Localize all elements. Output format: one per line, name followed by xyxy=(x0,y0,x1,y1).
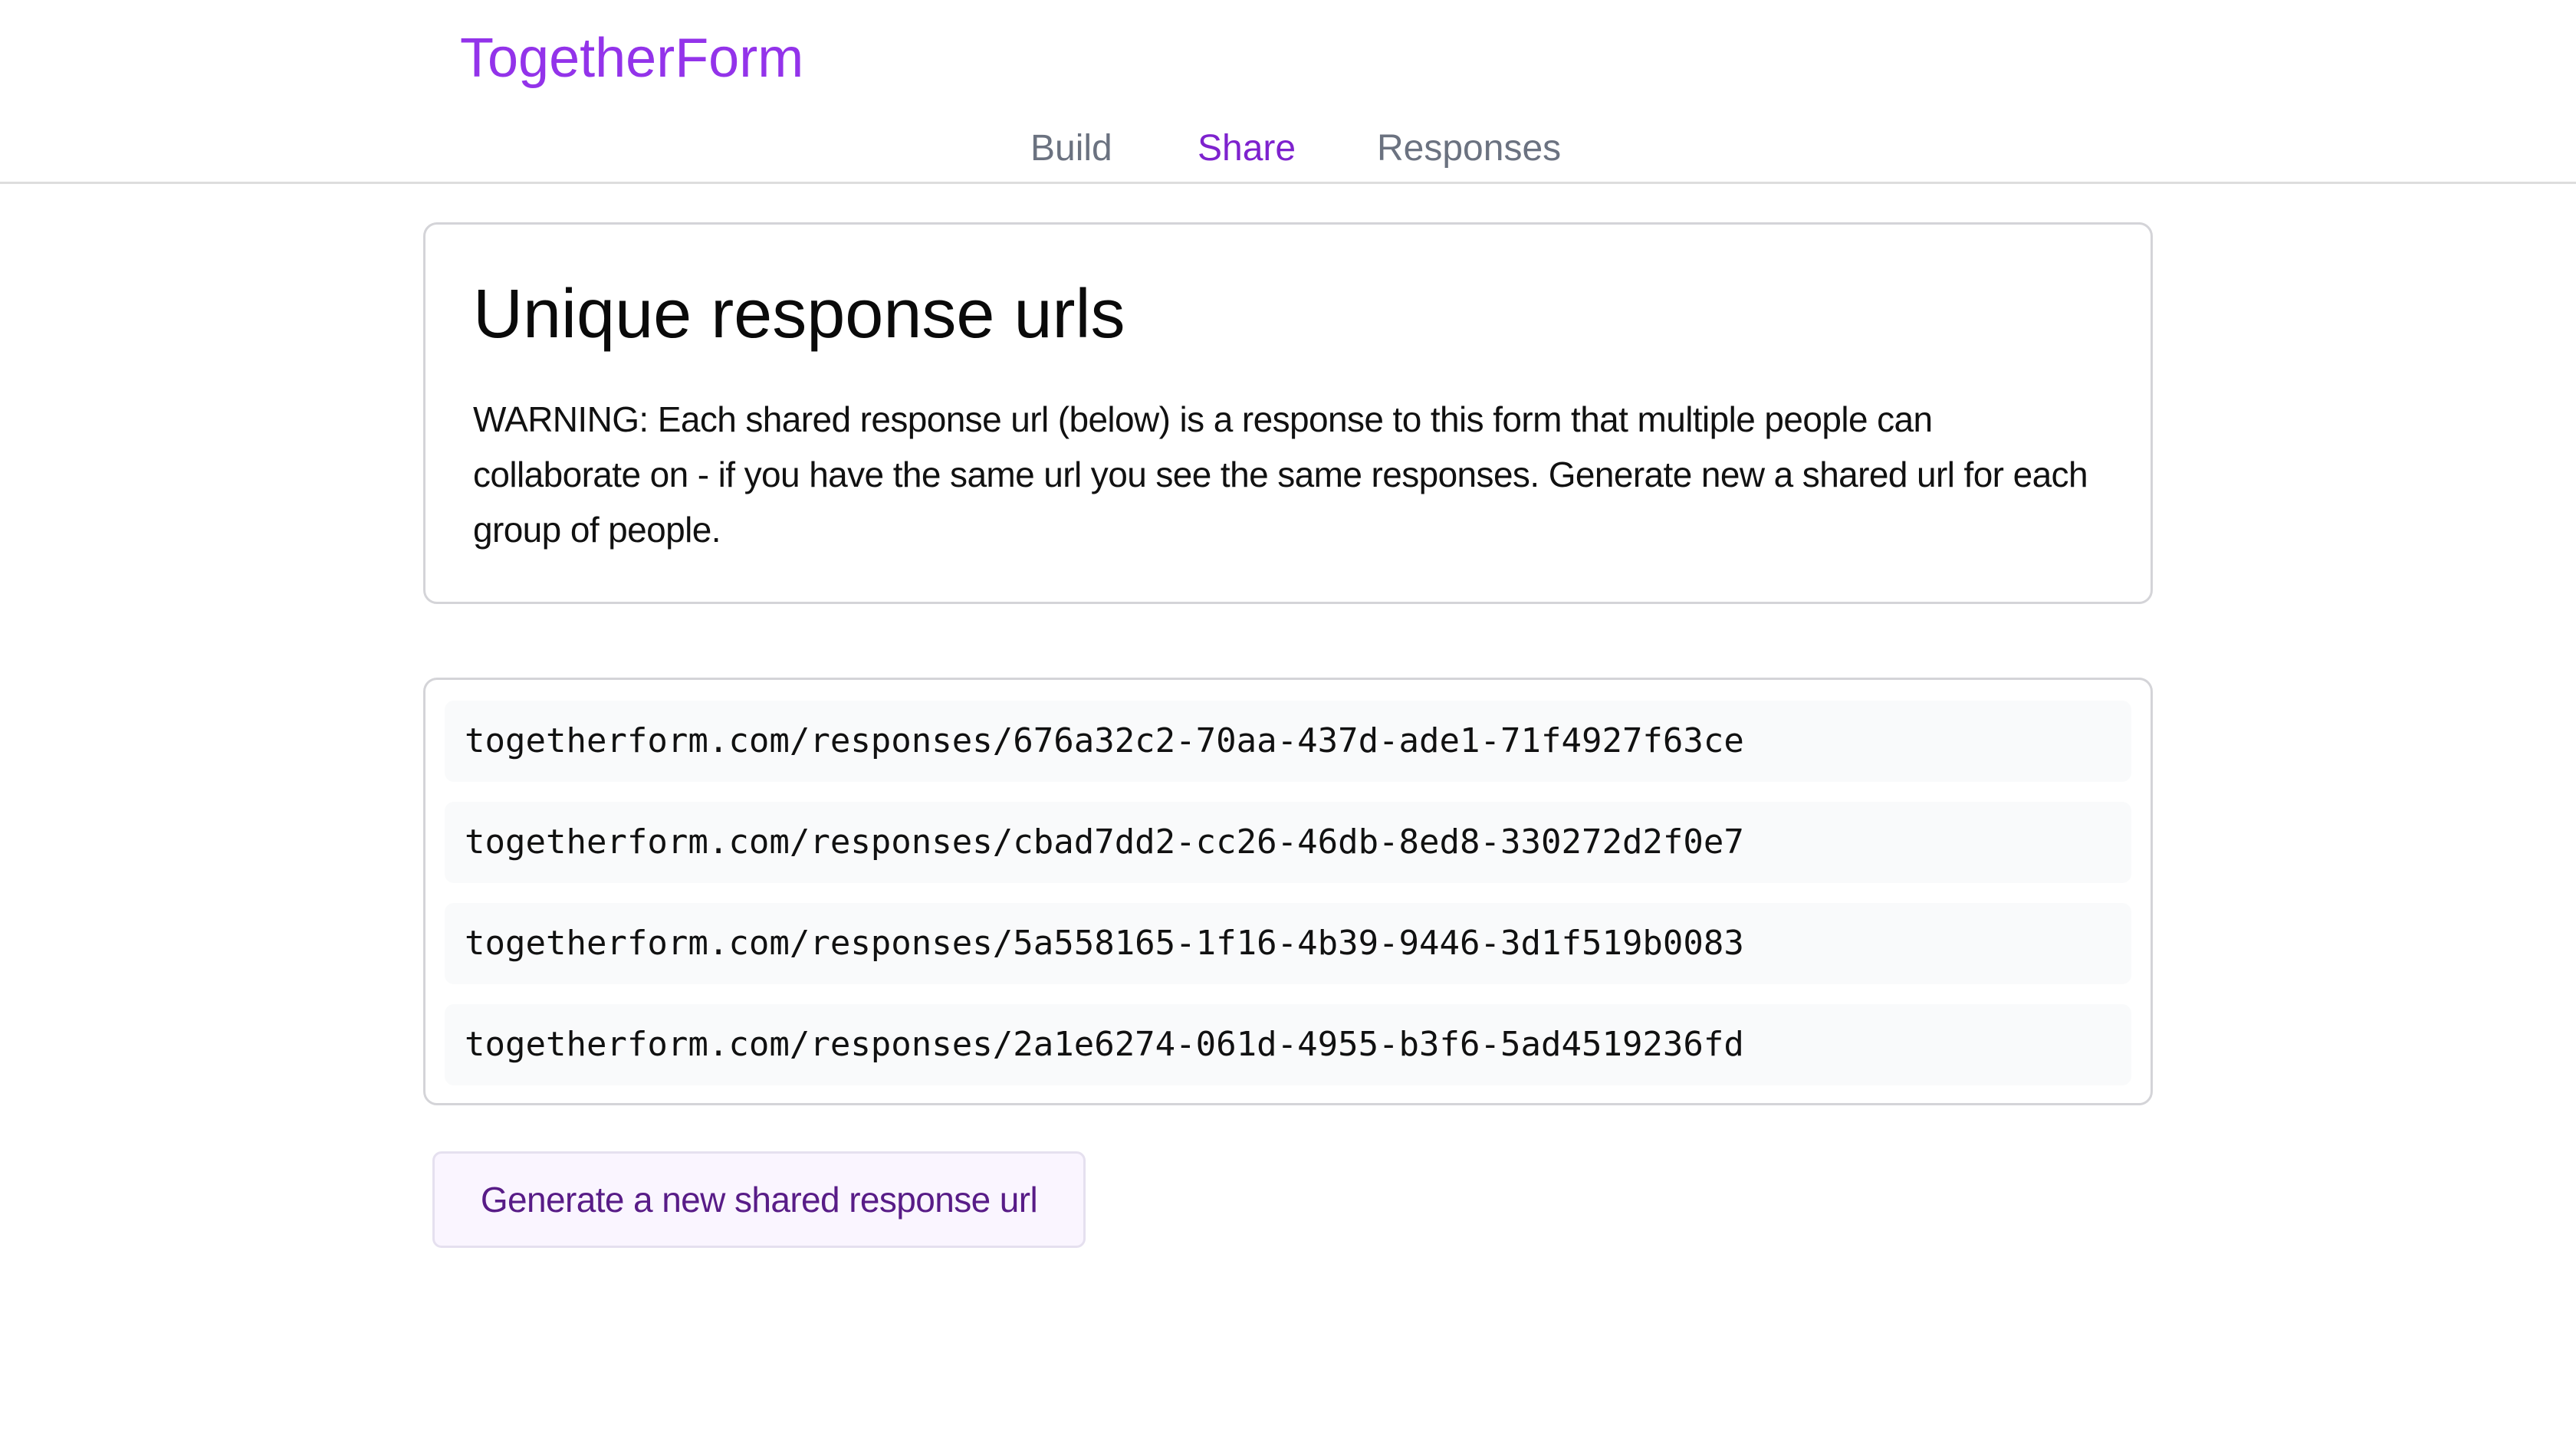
warning-card: Unique response urls WARNING: Each share… xyxy=(423,222,2153,604)
response-url-item[interactable]: togetherform.com/responses/5a558165-1f16… xyxy=(445,903,2131,984)
warning-text: WARNING: Each shared response url (below… xyxy=(473,399,2088,550)
tab-build[interactable]: Build xyxy=(1030,123,1112,175)
brand-logo[interactable]: TogetherForm xyxy=(460,21,803,95)
app-header: TogetherForm Build Share Responses xyxy=(0,0,2576,184)
nav-tabs: Build Share Responses xyxy=(0,123,2576,175)
url-list: togetherform.com/responses/676a32c2-70aa… xyxy=(423,678,2153,1105)
response-url-item[interactable]: togetherform.com/responses/2a1e6274-061d… xyxy=(445,1004,2131,1085)
response-url-item[interactable]: togetherform.com/responses/676a32c2-70aa… xyxy=(445,701,2131,782)
tab-responses[interactable]: Responses xyxy=(1377,123,1561,175)
page-title: Unique response urls xyxy=(473,276,1125,353)
tab-share[interactable]: Share xyxy=(1198,123,1296,175)
response-url-item[interactable]: togetherform.com/responses/cbad7dd2-cc26… xyxy=(445,802,2131,883)
generate-url-button[interactable]: Generate a new shared response url xyxy=(432,1151,1086,1248)
